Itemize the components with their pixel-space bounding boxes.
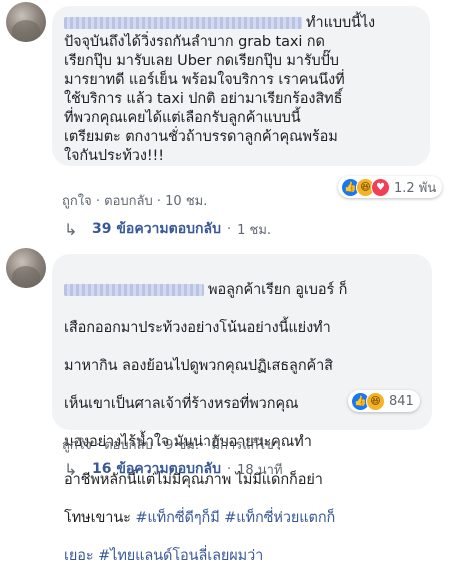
comment-timestamp[interactable]: 10 ชม. <box>165 190 207 211</box>
reply-arrow-icon: ↳ <box>64 459 78 479</box>
reply-time: 18 นาที <box>237 462 283 478</box>
comment-text: พอลูกค้าเรียก อูเบอร์ ก็ เสือกออกมาประท้… <box>64 282 348 564</box>
redacted-author-name <box>64 17 302 29</box>
edited-label[interactable]: มีการแก้ไข <box>212 434 274 455</box>
reply-time: 1 ชม. <box>237 222 272 238</box>
hashtag-link[interactable]: #แท็กซี่ห่วยแตกก็ <box>224 510 335 526</box>
commenter-avatar[interactable] <box>6 248 46 288</box>
hashtag-link[interactable]: #แท็กซี่ดีๆก็มี <box>135 510 219 526</box>
reaction-count: 841 <box>389 393 414 409</box>
comment-bubble: ทำแบบนี้ไง ปัจจุบันถึงได้วิ่งรถกันลำบาก … <box>52 6 430 166</box>
view-replies[interactable]: ↳ 39 ข้อความตอบกลับ · 1 ชม. <box>64 218 271 240</box>
like-link[interactable]: ถูกใจ <box>62 190 92 211</box>
commenter-avatar[interactable] <box>6 2 46 42</box>
reply-count-label[interactable]: 16 ข้อความตอบกลับ <box>92 458 221 480</box>
hashtag-link[interactable]: เยอะ <box>64 548 94 564</box>
reply-link[interactable]: ตอบกลับ <box>104 434 153 455</box>
like-link[interactable]: ถูกใจ <box>62 434 92 455</box>
redacted-author-name <box>64 284 204 296</box>
reply-arrow-icon: ↳ <box>64 219 78 239</box>
reply-count-label[interactable]: 39 ข้อความตอบกลับ <box>92 218 221 240</box>
love-reaction-icon: ♥ <box>371 177 390 197</box>
comment-text: ทำแบบนี้ไง ปัจจุบันถึงได้วิ่งรถกันลำบาก … <box>64 15 376 164</box>
reply-link[interactable]: ตอบกลับ <box>104 190 153 211</box>
reaction-count: 1.2 พัน <box>394 180 437 196</box>
reaction-summary[interactable]: 👍 😆 841 <box>348 390 420 412</box>
view-replies[interactable]: ↳ 16 ข้อความตอบกลับ · 18 นาที <box>64 458 283 480</box>
laugh-reaction-icon: 😆 <box>366 391 385 411</box>
reaction-summary[interactable]: 👍 😆 ♥ 1.2 พัน <box>338 176 443 198</box>
comment-actions: ถูกใจ · ตอบกลับ · 9 ชม. · มีการแก้ไข <box>62 434 274 455</box>
hashtag-link[interactable]: #ไทยแลนด์โอนลี่เลยผมว่า <box>98 548 263 564</box>
comment-timestamp[interactable]: 9 ชม. <box>165 434 199 455</box>
comment-actions: ถูกใจ · ตอบกลับ · 10 ชม. <box>62 190 207 211</box>
